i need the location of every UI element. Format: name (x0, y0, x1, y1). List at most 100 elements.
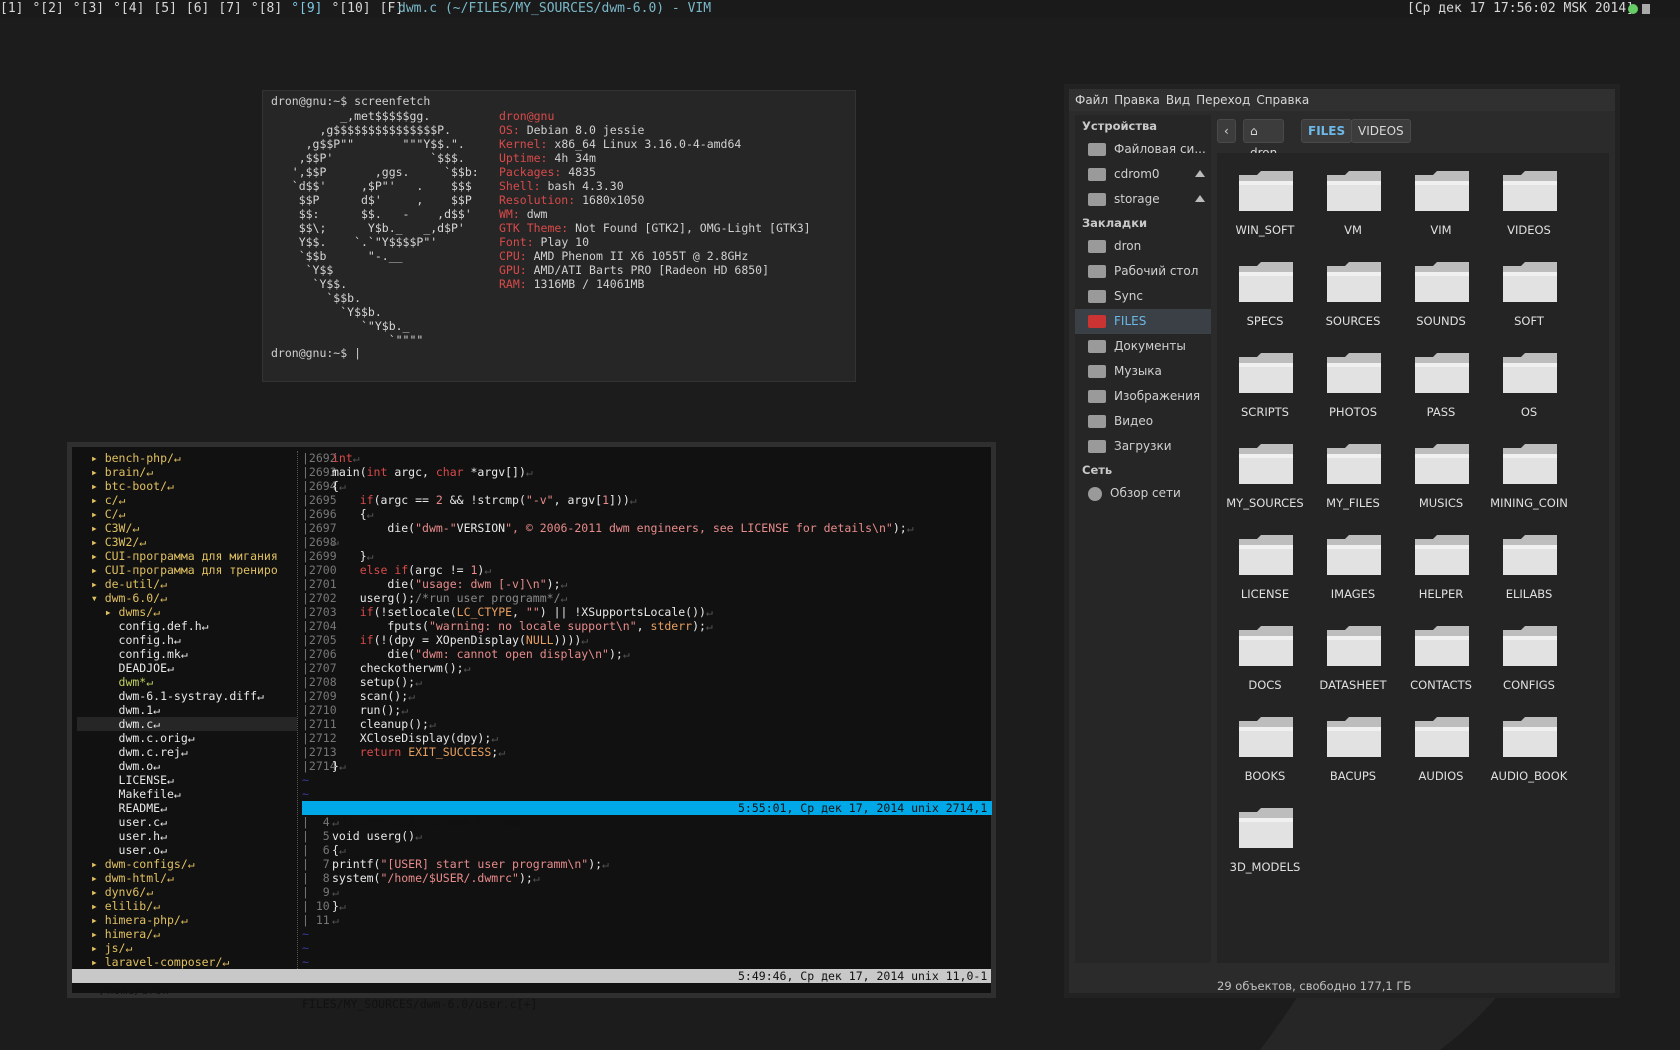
tree-item[interactable]: ▸ laravel-composer/↵ (77, 955, 297, 969)
tree-item[interactable]: ▸ bench-php/↵ (77, 451, 297, 465)
path-button[interactable]: ⌂ dron (1243, 119, 1285, 160)
code-line[interactable]: |2711 cleanup();↵ (302, 717, 992, 731)
tag-1[interactable]: [1] (0, 0, 23, 18)
tree-item[interactable]: dwm.c↵ (77, 717, 297, 731)
code-line[interactable]: | 4 ↵ (302, 815, 992, 829)
tree-item[interactable]: dwm.c.rej↵ (77, 745, 297, 759)
split-separator[interactable] (297, 451, 299, 971)
menu-Правка[interactable]: Правка (1114, 89, 1160, 111)
folder-item[interactable]: LICENSE (1221, 525, 1309, 611)
code-line[interactable]: |2692 int↵ (302, 451, 992, 465)
folder-item[interactable]: IMAGES (1309, 525, 1397, 611)
tag-5[interactable]: [5] (153, 0, 176, 18)
tree-item[interactable]: ▸ c/↵ (77, 493, 297, 507)
tree-item[interactable]: config.def.h↵ (77, 619, 297, 633)
code-line[interactable]: | 9 ↵ (302, 885, 992, 899)
tree-item[interactable]: Makefile↵ (77, 787, 297, 801)
code-line[interactable]: ~ (302, 773, 992, 787)
folder-item[interactable]: MUSICS (1397, 434, 1485, 520)
vim-window[interactable]: ▸ bench-php/↵ ▸ brain/↵ ▸ btc-boot/↵ ▸ c… (67, 442, 996, 1011)
bookmark-item[interactable]: Загрузки (1075, 434, 1211, 459)
tree-item[interactable]: LICENSE↵ (77, 773, 297, 787)
bookmark-item[interactable]: dron (1075, 234, 1211, 259)
folder-item[interactable]: MINING_COIN (1485, 434, 1573, 520)
device-item[interactable]: Файловая си... (1075, 137, 1211, 162)
folder-item[interactable]: ELILABS (1485, 525, 1573, 611)
tag-6[interactable]: [6] (186, 0, 209, 18)
code-line[interactable]: |2702 userg();/*run user programm*/↵ (302, 591, 992, 605)
volume-icon[interactable] (1642, 4, 1650, 14)
folder-item[interactable]: MY_SOURCES (1221, 434, 1309, 520)
folder-grid[interactable]: WIN_SOFT VM VIM VIDEOS SPECS SOURCES SOUNDS SOF… (1217, 153, 1609, 963)
tree-item[interactable]: ▸ dwm-html/↵ (77, 871, 297, 885)
tree-item[interactable]: config.mk↵ (77, 647, 297, 661)
tree-item[interactable]: ▸ btc-boot/↵ (77, 479, 297, 493)
folder-item[interactable]: VIDEOS (1485, 161, 1573, 247)
folder-item[interactable]: BACUPS (1309, 707, 1397, 793)
code-line[interactable]: |2709 scan();↵ (302, 689, 992, 703)
code-line[interactable]: |2703 if(!setlocale(LC_CTYPE, "") || !XS… (302, 605, 992, 619)
code-line[interactable]: |2708 setup();↵ (302, 675, 992, 689)
eject-icon[interactable] (1195, 170, 1205, 177)
folder-item[interactable]: SPECS (1221, 252, 1309, 338)
tree-item[interactable]: ▸ brain/↵ (77, 465, 297, 479)
tree-item[interactable]: dwm.c.orig↵ (77, 731, 297, 745)
tag-2[interactable]: °[2] (32, 0, 63, 18)
tree-item[interactable]: ▸ CUI-программа для мигания (77, 549, 297, 563)
network-item[interactable]: Обзор сети (1075, 481, 1211, 506)
bookmark-item[interactable]: Sync (1075, 284, 1211, 309)
tree-item[interactable]: DEADJOE↵ (77, 661, 297, 675)
bookmark-item[interactable]: Музыка (1075, 359, 1211, 384)
folder-item[interactable]: PASS (1397, 343, 1485, 429)
folder-item[interactable]: AUDIOS (1397, 707, 1485, 793)
tree-item[interactable]: dwm-6.1-systray.diff↵ (77, 689, 297, 703)
code-line[interactable]: | 10 }↵ (302, 899, 992, 913)
folder-item[interactable]: HELPER (1397, 525, 1485, 611)
tree-item[interactable]: ▸ CUI-программа для трениро (77, 563, 297, 577)
code-line[interactable]: |2695 if(argc == 2 && !strcmp("-v", argv… (302, 493, 992, 507)
folder-item[interactable]: SOUNDS (1397, 252, 1485, 338)
network-icon[interactable] (1628, 4, 1638, 14)
bookmark-item[interactable]: Изображения (1075, 384, 1211, 409)
code-pane-bottom[interactable]: | 4 ↵ | 5 void userg()↵ | 6 {↵ | 7 printf("… (302, 815, 992, 969)
tag-10[interactable]: °[10] (332, 0, 371, 18)
folder-item[interactable]: WIN_SOFT (1221, 161, 1309, 247)
bookmark-item[interactable]: Видео (1075, 409, 1211, 434)
tree-item[interactable]: user.o↵ (77, 843, 297, 857)
tree-item[interactable]: ▸ elilib/↵ (77, 899, 297, 913)
tree-item[interactable]: ▾ dwm-6.0/↵ (77, 591, 297, 605)
folder-item[interactable]: SOURCES (1309, 252, 1397, 338)
code-line[interactable]: |2696 {↵ (302, 507, 992, 521)
code-line[interactable]: |2712 XCloseDisplay(dpy);↵ (302, 731, 992, 745)
code-pane-top[interactable]: |2692 int↵ |2693 main(int argc, char *arg… (302, 451, 992, 801)
tree-item[interactable]: ▸ dwms/↵ (77, 605, 297, 619)
tag-8[interactable]: °[8] (251, 0, 282, 18)
code-line[interactable]: |2694 {↵ (302, 479, 992, 493)
tree-item[interactable]: dwm.o↵ (77, 759, 297, 773)
code-line[interactable]: |2698 ↵ (302, 535, 992, 549)
menu-Переход[interactable]: Переход (1196, 89, 1250, 111)
code-line[interactable]: |2704 fputs("warning: no locale support\… (302, 619, 992, 633)
tree-item[interactable]: ▸ dynv6/↵ (77, 885, 297, 899)
folder-item[interactable]: PHOTOS (1309, 343, 1397, 429)
folder-item[interactable]: BOOKS (1221, 707, 1309, 793)
tree-item[interactable]: ▸ C3W2/↵ (77, 535, 297, 549)
code-line[interactable]: |2705 if(!(dpy = XOpenDisplay(NULL))))↵ (302, 633, 992, 647)
code-line[interactable]: |2714 }↵ (302, 759, 992, 773)
code-line[interactable]: |2700 else if(argc != 1)↵ (302, 563, 992, 577)
code-line[interactable]: |2707 checkotherwm();↵ (302, 661, 992, 675)
device-item[interactable]: storage (1075, 187, 1211, 212)
folder-item[interactable]: VIM (1397, 161, 1485, 247)
folder-item[interactable]: AUDIO_BOOK (1485, 707, 1573, 793)
folder-item[interactable]: OS (1485, 343, 1573, 429)
code-line[interactable]: |2693 main(int argc, char *argv[])↵ (302, 465, 992, 479)
menu-Справка[interactable]: Справка (1256, 89, 1309, 111)
code-line[interactable]: | 5 void userg()↵ (302, 829, 992, 843)
code-line[interactable]: |2706 die("dwm: cannot open display\n");… (302, 647, 992, 661)
tree-item[interactable]: ▸ C3W/↵ (77, 521, 297, 535)
terminal-window[interactable]: dron@gnu:~$ screenfetch _,met$$$$$gg. ,g… (262, 90, 856, 382)
menu-Вид[interactable]: Вид (1166, 89, 1190, 111)
code-line[interactable]: |2713 return EXIT_SUCCESS;↵ (302, 745, 992, 759)
tag-4[interactable]: °[4] (113, 0, 144, 18)
code-line[interactable]: ~ (302, 787, 992, 801)
